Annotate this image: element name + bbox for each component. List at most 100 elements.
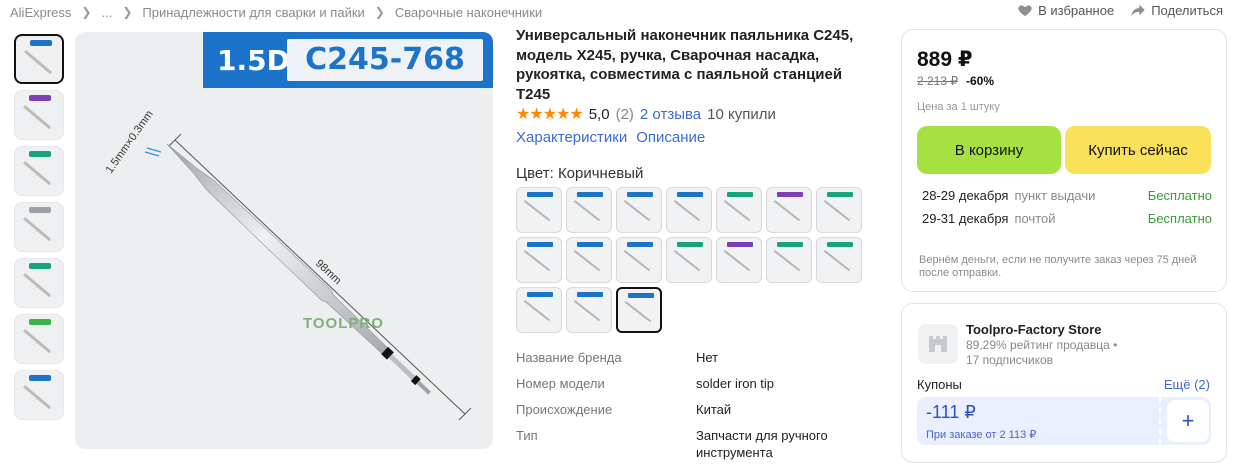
swatch-color-tag xyxy=(527,292,553,297)
thumbnail-color-tag xyxy=(29,375,51,381)
bought-count: 10 купили xyxy=(707,105,776,123)
rating-row: ★★★★★ 5,0 (2) 2 отзыва 10 купили xyxy=(516,104,776,124)
spec-row: Название бренда Нет xyxy=(516,349,866,366)
color-swatch[interactable] xyxy=(516,287,562,333)
color-swatch[interactable] xyxy=(566,187,612,233)
coupon-amount: -111 ₽ xyxy=(926,402,976,422)
chevron-right-icon: ❯ xyxy=(122,5,133,19)
shipping-method: почтой xyxy=(1014,211,1056,226)
thumbnail-list xyxy=(14,34,64,426)
swatch-tip-image xyxy=(523,300,551,322)
store-name[interactable]: Toolpro-Factory Store xyxy=(966,322,1102,337)
spec-key: Номер модели xyxy=(516,376,605,391)
buy-now-button[interactable]: Купить сейчас xyxy=(1065,126,1211,174)
swatch-color-tag xyxy=(628,293,654,298)
swatch-tip-image xyxy=(773,250,801,272)
color-swatch[interactable] xyxy=(716,187,762,233)
thumbnail-tip-image xyxy=(24,50,53,75)
color-swatch[interactable] xyxy=(666,237,712,283)
color-swatch[interactable] xyxy=(816,187,862,233)
gallery-thumbnail[interactable] xyxy=(14,34,64,84)
gallery-thumbnail[interactable] xyxy=(14,314,64,364)
store-meta: 89,29% рейтинг продавца • 17 подписчиков xyxy=(966,338,1117,368)
swatch-color-tag xyxy=(827,192,853,197)
color-swatch[interactable] xyxy=(766,187,812,233)
swatch-color-tag xyxy=(527,192,553,197)
dimension-tip-label: 1.5mm×0.3mm xyxy=(104,108,156,175)
thumbnail-color-tag xyxy=(29,95,51,101)
color-swatch[interactable] xyxy=(766,237,812,283)
add-to-cart-button[interactable]: В корзину xyxy=(917,126,1061,174)
model-banner: 1.5D C245-768 xyxy=(203,32,493,88)
color-swatch[interactable] xyxy=(616,287,662,333)
swatch-tip-image xyxy=(573,300,601,322)
main-product-image[interactable]: 1.5mm×0.3mm 98mm 1.5D C245-768 TOOLPRO xyxy=(75,32,493,449)
rating-count: (2) xyxy=(615,105,634,123)
store-icon[interactable] xyxy=(918,324,958,364)
spec-key: Происхождение xyxy=(516,402,613,417)
unit-price-note: Цена за 1 штуку xyxy=(917,101,1000,113)
buy-box: 889 ₽ 2 213 ₽ -60% Цена за 1 штуку В кор… xyxy=(901,29,1227,292)
brand-watermark: TOOLPRO xyxy=(303,315,384,332)
star-rating-icon: ★★★★★ xyxy=(516,106,584,123)
top-actions: В избранное Поделиться xyxy=(1017,2,1223,18)
spec-key: Тип xyxy=(516,428,538,443)
thumbnail-tip-image xyxy=(23,273,52,298)
gallery-thumbnail[interactable] xyxy=(14,90,64,140)
favorite-button[interactable]: В избранное xyxy=(1017,2,1114,18)
gallery-thumbnail[interactable] xyxy=(14,146,64,196)
gallery-thumbnail[interactable] xyxy=(14,370,64,420)
swatch-color-tag xyxy=(577,292,603,297)
shipping-date: 28-29 декабря xyxy=(922,188,1009,203)
color-swatch[interactable] xyxy=(566,237,612,283)
favorite-label: В избранное xyxy=(1038,2,1115,18)
swatch-color-tag xyxy=(627,192,653,197)
old-price: 2 213 ₽ xyxy=(917,74,958,88)
chevron-right-icon: ❯ xyxy=(81,5,92,19)
tab-description[interactable]: Описание xyxy=(636,129,705,146)
color-swatch[interactable] xyxy=(716,237,762,283)
thumbnail-color-tag xyxy=(29,151,51,157)
color-swatch[interactable] xyxy=(516,187,562,233)
shipping-cost: Бесплатно xyxy=(1147,211,1212,226)
color-swatch[interactable] xyxy=(616,237,662,283)
coupon-condition: При заказе от 2 113 ₽ xyxy=(926,429,1037,441)
thumbnail-tip-image xyxy=(23,329,52,354)
color-swatch[interactable] xyxy=(816,237,862,283)
breadcrumb-item-ellipsis[interactable]: ... xyxy=(101,5,112,20)
reviews-link[interactable]: 2 отзыва xyxy=(640,106,701,123)
soldering-tip-illustration: 1.5mm×0.3mm 98mm xyxy=(104,108,472,421)
add-coupon-button[interactable]: + xyxy=(1167,400,1209,442)
old-price-row: 2 213 ₽ -60% xyxy=(917,74,994,88)
specs-table: Название бренда Нет Номер модели solder iro… xyxy=(516,349,866,470)
color-swatch[interactable] xyxy=(566,287,612,333)
gallery-thumbnail[interactable] xyxy=(14,258,64,308)
heart-icon xyxy=(1018,5,1032,16)
shipping-method: пункт выдачи xyxy=(1014,188,1096,203)
banner-size: 1.5D xyxy=(217,43,290,77)
thumbnail-color-tag xyxy=(29,319,51,325)
swatch-tip-image xyxy=(573,250,601,272)
share-button[interactable]: Поделиться xyxy=(1130,2,1223,18)
tab-characteristics[interactable]: Характеристики xyxy=(516,129,627,146)
swatch-color-tag xyxy=(627,242,653,247)
shipping-cost: Бесплатно xyxy=(1147,188,1212,203)
swatch-tip-image xyxy=(723,250,751,272)
breadcrumb-item-category[interactable]: Принадлежности для сварки и пайки xyxy=(142,5,364,20)
swatch-color-tag xyxy=(777,192,803,197)
swatch-tip-image xyxy=(823,200,851,222)
thumbnail-color-tag xyxy=(29,263,51,269)
color-swatch[interactable] xyxy=(516,237,562,283)
breadcrumb-item-subcategory[interactable]: Сварочные наконечники xyxy=(395,5,542,20)
gallery-thumbnail[interactable] xyxy=(14,202,64,252)
swatch-tip-image xyxy=(523,250,551,272)
color-swatch[interactable] xyxy=(616,187,662,233)
thumbnail-tip-image xyxy=(23,161,52,186)
share-icon xyxy=(1131,4,1145,16)
color-swatch[interactable] xyxy=(666,187,712,233)
shipping-option[interactable]: 28-29 декабря пункт выдачи Бесплатно xyxy=(922,188,1212,203)
shipping-option[interactable]: 29-31 декабря почтой Бесплатно xyxy=(922,211,1212,226)
spec-key: Название бренда xyxy=(516,350,622,365)
coupons-more-link[interactable]: Ещё (2) xyxy=(1164,377,1210,392)
breadcrumb-item-home[interactable]: AliExpress xyxy=(10,5,71,20)
